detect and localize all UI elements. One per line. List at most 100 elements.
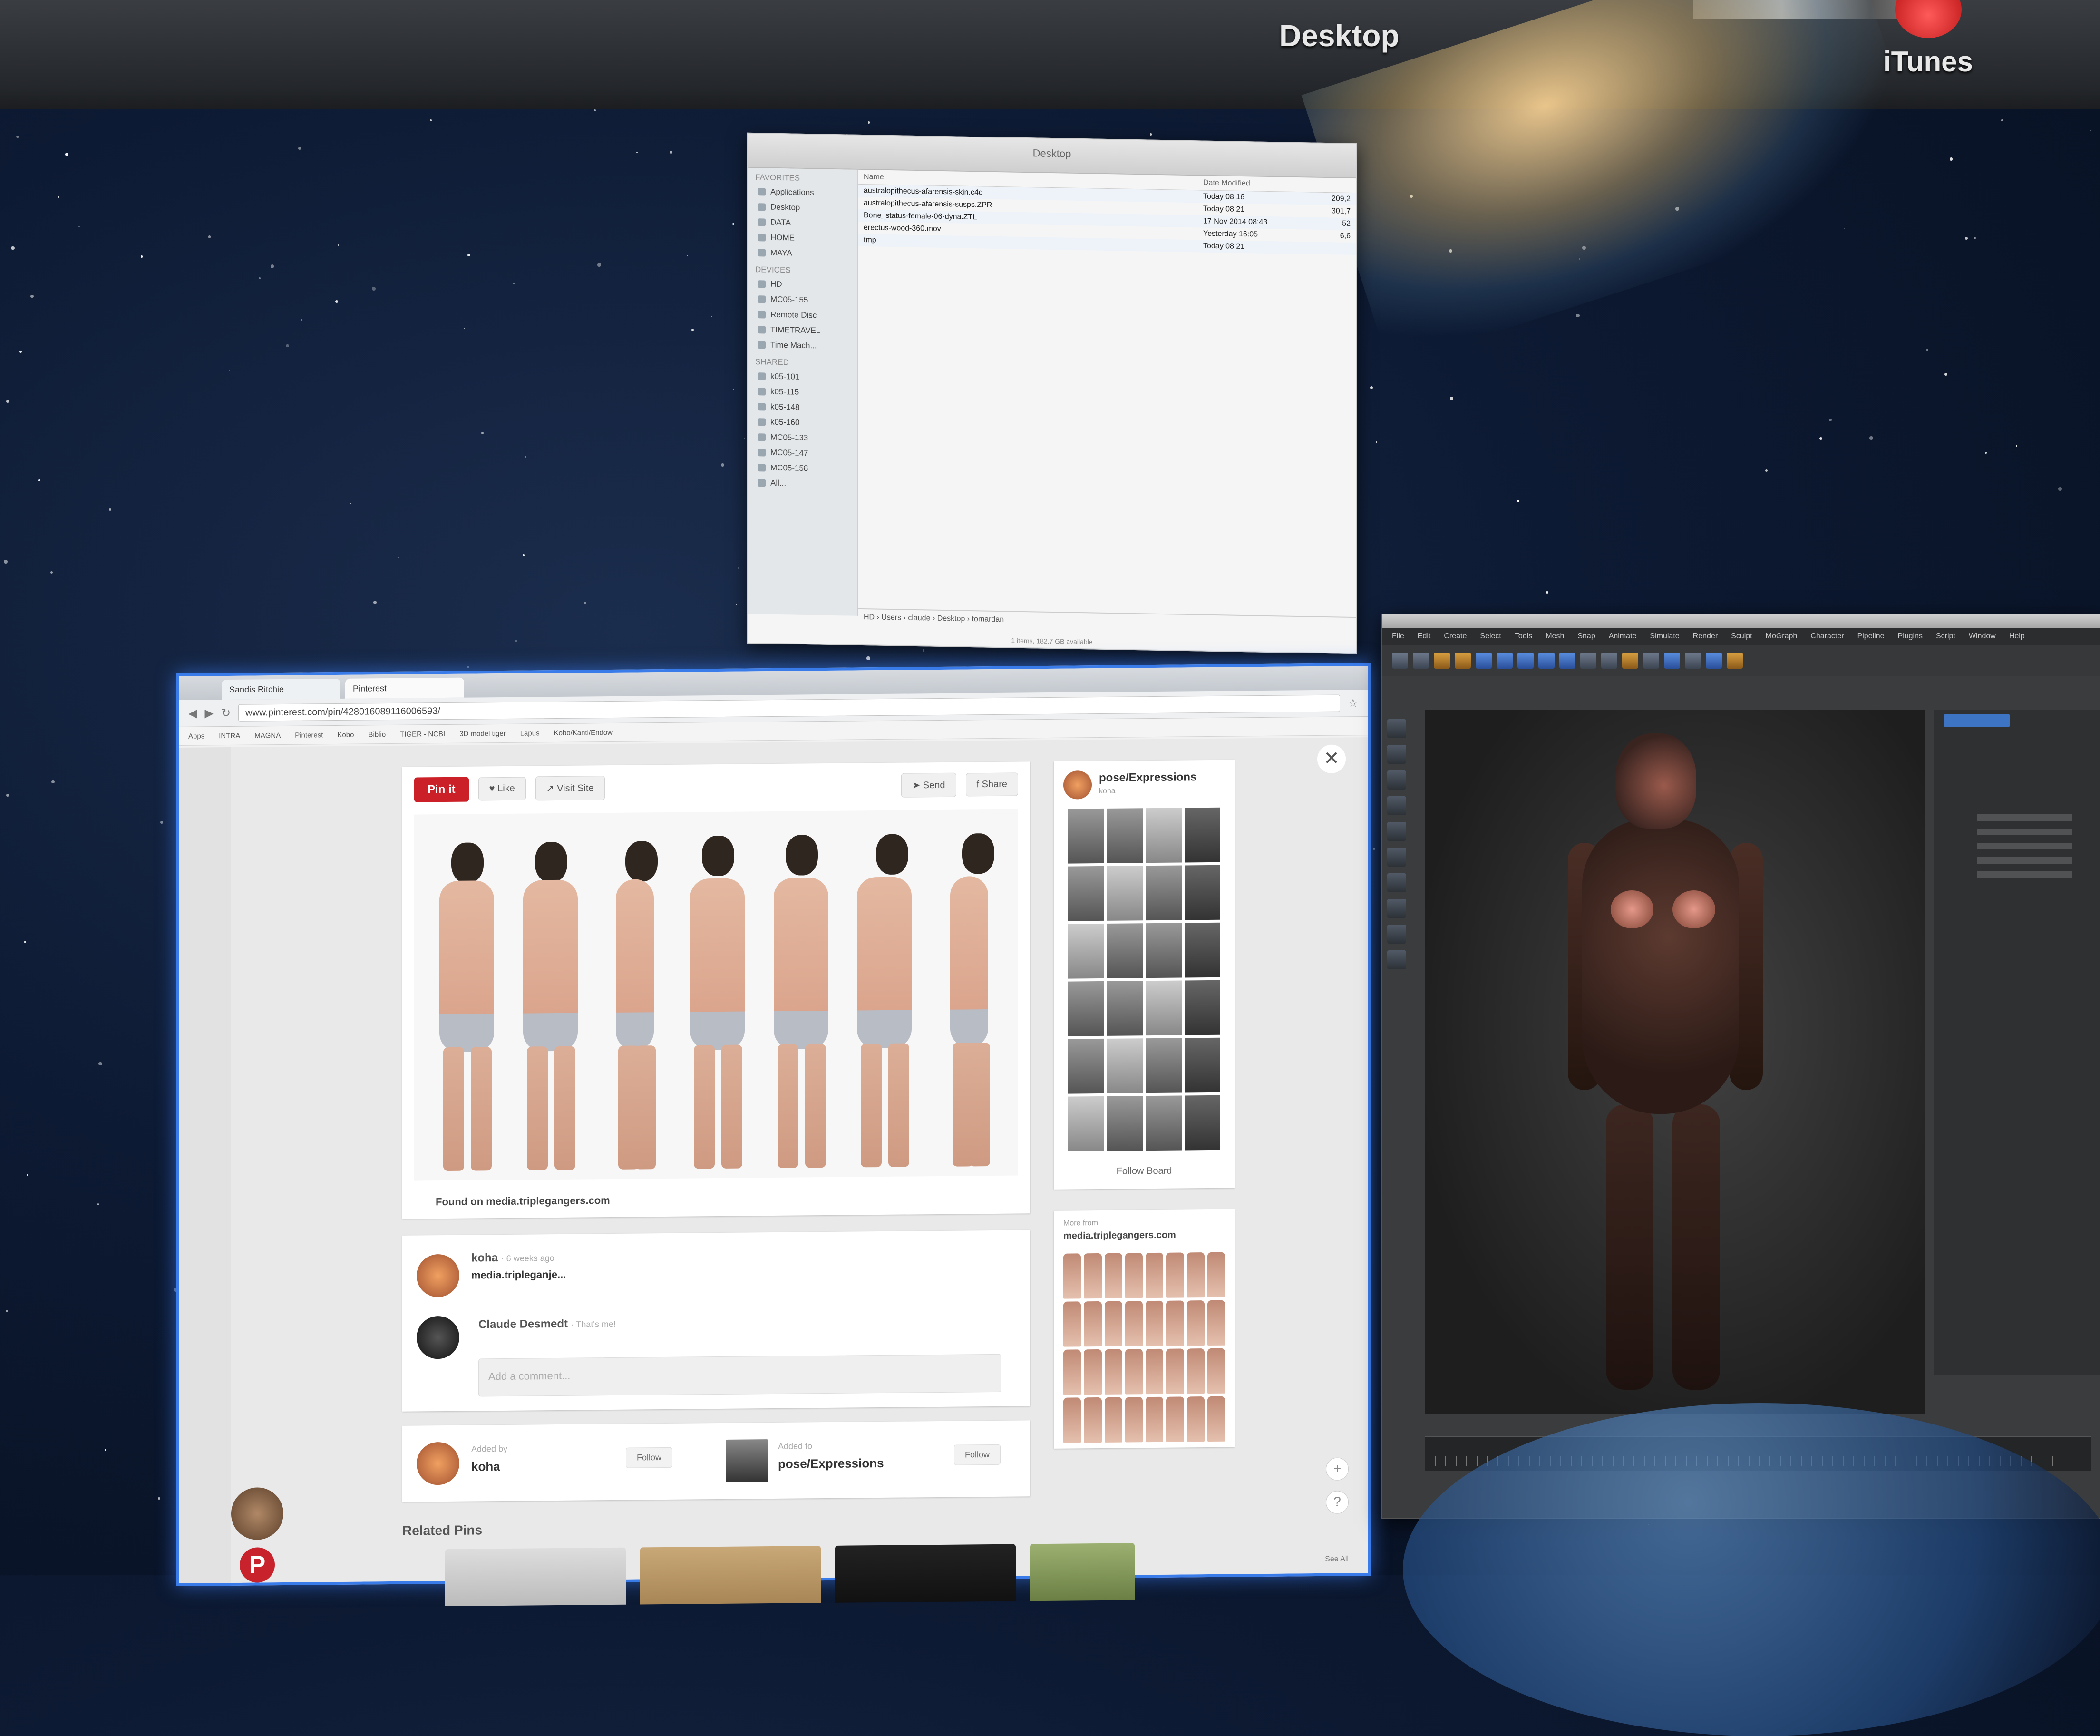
add-icon[interactable]: + (1326, 1457, 1349, 1481)
bookmark-item[interactable]: Pinterest (295, 731, 323, 740)
axis-x-icon[interactable] (1517, 653, 1534, 669)
bookmark-item[interactable]: TIGER - NCBI (400, 730, 445, 739)
tool-icon[interactable] (1387, 796, 1406, 815)
tool-icon[interactable] (1387, 848, 1406, 867)
sidebar-item-maya[interactable]: MAYA (748, 245, 857, 262)
close-pin-button[interactable]: ✕ (1317, 744, 1346, 774)
sidebar-item-time-machine[interactable]: Time Mach... (748, 337, 857, 354)
send-button[interactable]: ➤ Send (901, 772, 956, 798)
tool-icon[interactable] (1387, 925, 1406, 944)
help-icon[interactable]: ? (1326, 1491, 1349, 1514)
sidebar-item-shared[interactable]: k05-160 (748, 414, 857, 431)
sidebar-item-mc05-155[interactable]: MC05-155 (748, 292, 857, 309)
menu-item[interactable]: Edit (1418, 632, 1431, 641)
sidebar-item-shared[interactable]: k05-101 (748, 369, 857, 386)
menu-item[interactable]: Character (1810, 632, 1844, 641)
render-region-icon[interactable] (1601, 653, 1617, 669)
panel-field[interactable] (1977, 843, 2072, 849)
menu-item[interactable]: Sculpt (1731, 632, 1752, 641)
reload-icon[interactable]: ↻ (221, 706, 231, 720)
render-view-icon[interactable] (1580, 653, 1596, 669)
bookmark-item[interactable]: Apps (188, 732, 204, 740)
scale-tool-icon[interactable] (1476, 653, 1492, 669)
menu-item[interactable]: Snap (1577, 632, 1595, 641)
more-from-source[interactable]: media.triplegangers.com (1063, 1230, 1176, 1242)
related-pin[interactable] (835, 1544, 1016, 1603)
render-settings-icon[interactable] (1622, 653, 1638, 669)
primitive-cube-icon[interactable] (1643, 653, 1659, 669)
column-header-size[interactable] (1317, 181, 1351, 190)
found-on-link[interactable]: Found on media.triplegangers.com (436, 1194, 610, 1208)
menu-item[interactable]: Window (1969, 632, 1996, 641)
more-from-thumbnails[interactable] (1063, 1252, 1225, 1443)
share-button[interactable]: f Share (965, 772, 1018, 797)
menu-item[interactable]: Animate (1609, 632, 1637, 641)
board-thumbnail[interactable] (726, 1439, 768, 1482)
axis-z-icon[interactable] (1559, 653, 1575, 669)
bookmark-item[interactable]: 3D model tiger (459, 729, 506, 738)
camera-icon[interactable] (1706, 653, 1722, 669)
finder-file-list[interactable]: Name Date Modified australopithecus-afar… (858, 169, 1356, 624)
deformer-icon[interactable] (1685, 653, 1701, 669)
browser-tab[interactable]: Sandis Ritchie (222, 678, 340, 700)
menu-item[interactable]: Script (1936, 632, 1955, 641)
sidebar-item-data[interactable]: DATA (748, 215, 857, 232)
pinterest-logo-icon[interactable]: P (240, 1547, 275, 1583)
back-icon[interactable]: ◀ (188, 706, 197, 720)
related-pin[interactable] (1030, 1543, 1135, 1601)
column-header-date[interactable]: Date Modified (1203, 179, 1317, 189)
render-viewport[interactable] (1425, 710, 1925, 1414)
panel-tab[interactable] (1944, 714, 2010, 727)
pinner-avatar[interactable] (417, 1254, 459, 1297)
sidebar-item-shared[interactable]: All... (748, 475, 857, 492)
sidebar-item-hd[interactable]: HD (748, 276, 857, 293)
sidebar-item-shared[interactable]: MC05-158 (748, 460, 857, 477)
commenter-avatar[interactable] (417, 1316, 459, 1359)
sidebar-item-shared[interactable]: MC05-147 (748, 445, 857, 462)
address-bar[interactable]: www.pinterest.com/pin/428016089116006593… (238, 694, 1341, 722)
attribute-manager-panel[interactable] (1934, 710, 2100, 1375)
star-icon[interactable]: ☆ (1348, 696, 1358, 710)
space-label-desktop[interactable]: Desktop (1279, 18, 1400, 53)
pin-image-pose-reference[interactable] (414, 809, 1018, 1181)
see-all-link[interactable]: See All (1325, 1555, 1349, 1563)
3d-application-window[interactable]: File Edit Create Select Tools Mesh Snap … (1381, 614, 2100, 1519)
bookmark-item[interactable]: Lapus (520, 729, 540, 737)
sidebar-item-timetravel[interactable]: TIMETRAVEL (748, 322, 857, 339)
added-to-board[interactable]: pose/Expressions (778, 1456, 884, 1472)
sidebar-item-shared[interactable]: MC05-133 (748, 429, 857, 447)
board-title[interactable]: pose/Expressions (1099, 770, 1196, 785)
visit-site-button[interactable]: ➚ Visit Site (535, 776, 605, 801)
follow-user-button[interactable]: Follow (626, 1447, 673, 1468)
board-owner-avatar[interactable] (1063, 770, 1092, 800)
browser-window[interactable]: Sandis Ritchie Pinterest ◀ ▶ ↻ www.pinte… (176, 663, 1371, 1607)
finder-window[interactable]: Desktop Favorites Applications Desktop D… (747, 132, 1357, 654)
commenter-name[interactable]: Claude Desmedt (478, 1317, 568, 1331)
more-from-card[interactable]: More from media.triplegangers.com (1054, 1209, 1235, 1449)
board-card[interactable]: pose/Expressions koha Follow Board (1054, 760, 1235, 1190)
bookmark-item[interactable]: Biblio (368, 731, 386, 739)
added-by-avatar[interactable] (417, 1442, 459, 1485)
menu-item[interactable]: Tools (1515, 632, 1532, 641)
tool-icon[interactable] (1387, 719, 1406, 738)
rotate-tool-icon[interactable] (1497, 653, 1513, 669)
pinner-name[interactable]: koha (471, 1251, 498, 1264)
app-titlebar[interactable] (1382, 614, 2100, 628)
bookmark-item[interactable]: INTRA (219, 731, 240, 740)
follow-board-button[interactable]: Follow Board (1054, 1165, 1235, 1178)
tool-icon[interactable] (1387, 873, 1406, 892)
sidebar-item-applications[interactable]: Applications (748, 184, 857, 201)
board-collage[interactable] (1068, 807, 1220, 1151)
axis-y-icon[interactable] (1538, 653, 1555, 669)
menu-item[interactable]: Select (1480, 632, 1501, 641)
added-by-name[interactable]: koha (471, 1459, 500, 1474)
sidebar-item-desktop[interactable]: Desktop (748, 199, 857, 216)
select-tool-icon[interactable] (1434, 653, 1450, 669)
panel-field[interactable] (1977, 829, 2072, 835)
comment-input[interactable]: Add a comment... (478, 1354, 1001, 1397)
tool-icon[interactable] (1387, 745, 1406, 764)
sidebar-item-remote-disc[interactable]: Remote Disc (748, 307, 857, 324)
sidebar-item-shared[interactable]: k05-148 (748, 399, 857, 416)
redo-icon[interactable] (1413, 653, 1429, 669)
bookmark-item[interactable]: Kobo/Kanti/Endow (554, 728, 612, 737)
